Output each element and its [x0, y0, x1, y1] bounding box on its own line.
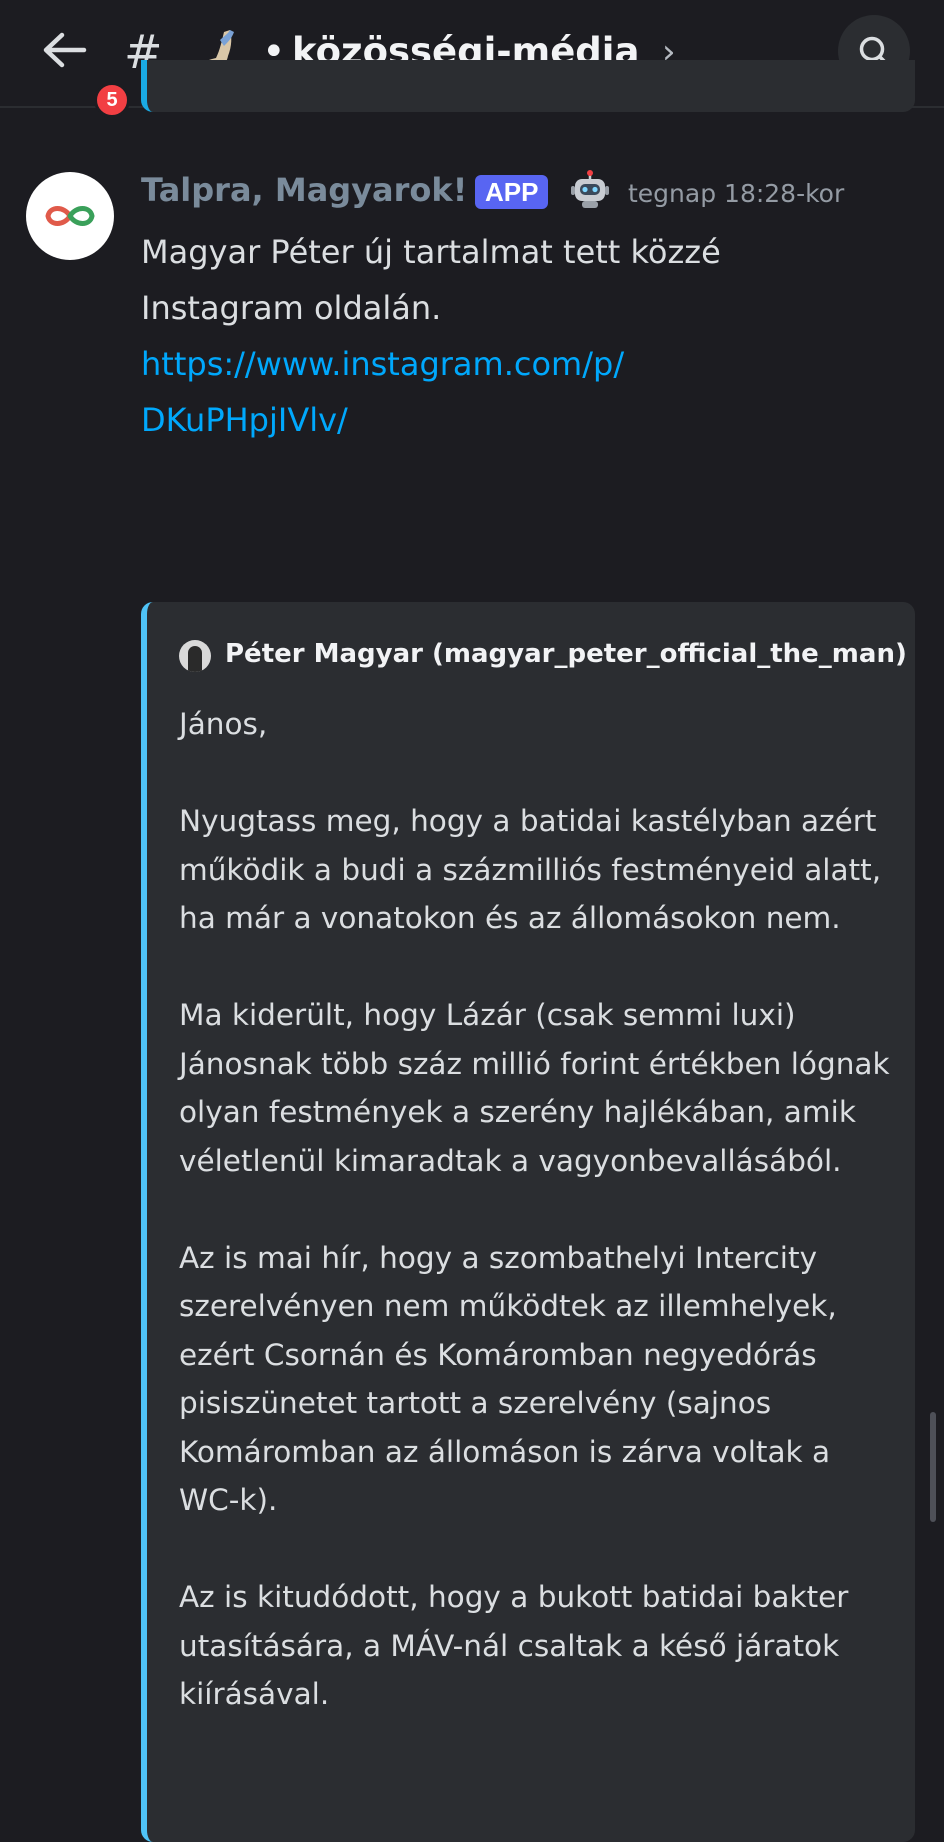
- scrollbar[interactable]: [930, 1412, 936, 1522]
- embed-author-avatar: [179, 640, 211, 672]
- embed-paragraph: Nyugtass meg, hogy a batidai kastélyban …: [179, 804, 882, 935]
- back-button[interactable]: 5: [36, 22, 130, 118]
- previous-embed: [141, 60, 915, 112]
- embed-paragraph: Ma kiderült, hogy Lázár (csak semmi luxi…: [179, 998, 890, 1178]
- embed-paragraph: Az is kitudódott, hogy a bukott batidai …: [179, 1580, 849, 1711]
- embed-description: János, Nyugtass meg, hogy a batidai kast…: [179, 700, 899, 1719]
- link-line-1: https://www.instagram.com/p/: [141, 345, 625, 383]
- embed-paragraph: Az is mai hír, hogy a szombathelyi Inter…: [179, 1240, 837, 1518]
- avatar[interactable]: [26, 172, 114, 260]
- link-embed[interactable]: Péter Magyar (magyar_peter_official_the_…: [141, 602, 915, 1842]
- robot-icon: [570, 170, 610, 210]
- embed-author[interactable]: Péter Magyar (magyar_peter_official_the_…: [225, 632, 907, 676]
- app-tag: APP: [475, 175, 549, 209]
- arrow-left-icon: [43, 32, 87, 68]
- link-line-2: DKuPHpjIVlv/: [141, 401, 348, 439]
- instagram-link[interactable]: https://www.instagram.com/p/ DKuPHpjIVlv…: [141, 336, 861, 448]
- message-text: Magyar Péter új tartalmat tett közzé Ins…: [141, 233, 721, 327]
- unread-badge: 5: [94, 82, 130, 118]
- message-content: Magyar Péter új tartalmat tett közzé Ins…: [141, 224, 861, 448]
- infinity-logo-icon: [45, 206, 95, 226]
- embed-paragraph: János,: [179, 707, 268, 741]
- message-author[interactable]: Talpra, Magyarok!: [141, 168, 467, 212]
- message-timestamp: tegnap 18:28-kor: [628, 179, 845, 208]
